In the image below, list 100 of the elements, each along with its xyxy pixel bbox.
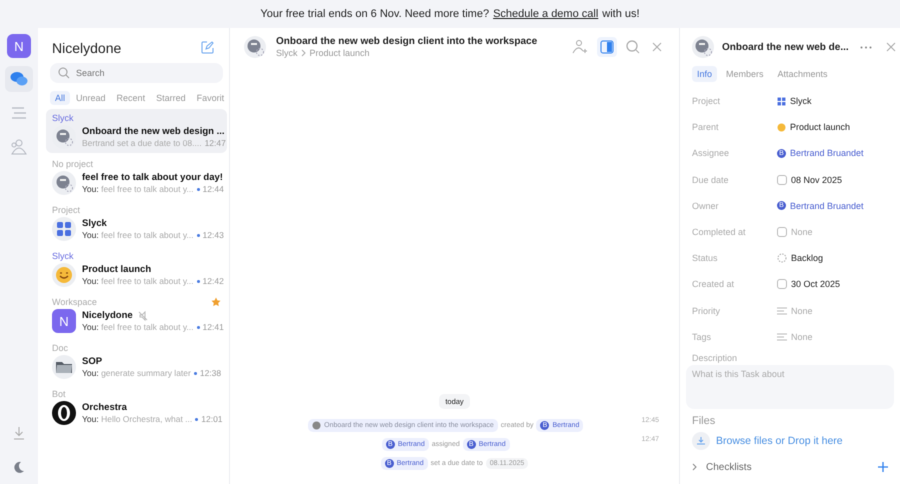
- field-value[interactable]: Bertrand Bruandet: [790, 148, 864, 158]
- list-icon: [11, 107, 27, 119]
- field-value: Product launch: [790, 122, 850, 132]
- workspace-title: Nicelydone: [52, 40, 122, 56]
- message-time: 12:38: [200, 368, 222, 378]
- chat-title: Slyck: [82, 218, 107, 229]
- workspace-avatar[interactable]: N: [7, 34, 31, 58]
- task-title: Onboard the new web de...: [722, 42, 849, 52]
- field-value: None: [791, 332, 813, 342]
- field-label: Parent: [692, 122, 720, 132]
- chat-item[interactable]: Workspace N Nicelydone You: feel free to talk about y... 12:41: [46, 293, 227, 337]
- field-label: Completed at: [692, 227, 747, 238]
- more-icon: [860, 46, 872, 48]
- message-time: 12:41: [202, 322, 224, 332]
- chevron-icon: [300, 49, 307, 57]
- field-label: Status: [692, 253, 719, 264]
- chat-title: Onboard the new web design client into the workspace: [276, 36, 538, 47]
- field-label: Assignee: [692, 148, 730, 158]
- filter-tab[interactable]: Favorit: [192, 91, 227, 105]
- message-preview: You: generate summary later: [82, 368, 191, 378]
- description-label: Description: [692, 352, 738, 363]
- message-time: 12:47: [204, 138, 226, 148]
- chat-nav-button[interactable]: [5, 66, 33, 92]
- chat-title: Nicelydone: [82, 310, 133, 321]
- lines-icon: [777, 306, 787, 315]
- close-icon: [886, 42, 896, 52]
- field-value[interactable]: Slyck: [790, 96, 812, 106]
- banner-text: with us!: [602, 8, 640, 20]
- chat-item[interactable]: Slyck Product launch You: feel free to talk about y... 12:42: [46, 247, 227, 291]
- bot-avatar: [52, 401, 76, 425]
- folder-icon: [55, 359, 73, 375]
- message-preview: You: feel free to talk about y...: [82, 276, 194, 286]
- moon-icon: [13, 461, 25, 473]
- field-value[interactable]: Bertrand Bruandet: [790, 200, 864, 211]
- search-icon: [58, 67, 70, 79]
- side-panel-button[interactable]: [597, 37, 617, 57]
- people-icon: [10, 138, 28, 156]
- calendar-icon: [777, 174, 787, 185]
- description-field[interactable]: What is this Task about: [686, 364, 894, 409]
- chat-item[interactable]: Bot Orchestra You: Hello Orchestra, what ... 12:01: [46, 385, 227, 429]
- chat-category: No project: [52, 159, 94, 169]
- chat-item[interactable]: No project feel free to talk about your day! You: feel free to talk about y... 12:44: [46, 155, 227, 199]
- details-tab[interactable]: Attachments: [772, 66, 833, 82]
- chat-title: feel free to talk about your day!: [82, 172, 223, 183]
- calendar-icon: [777, 279, 787, 290]
- field-value: 08 Nov 2025: [791, 174, 842, 185]
- filter-tab[interactable]: Recent: [112, 91, 150, 105]
- chat-title: SOP: [82, 356, 102, 367]
- field-label: Owner: [692, 200, 720, 211]
- filter-tab[interactable]: All: [50, 91, 70, 105]
- lines-icon: [777, 332, 787, 341]
- chat-title: Product launch: [82, 264, 152, 275]
- plus-icon: [878, 462, 888, 472]
- compose-icon: [201, 41, 214, 54]
- breadcrumb-link[interactable]: Product launch: [310, 48, 370, 58]
- smiley-icon: [777, 122, 786, 132]
- banner-text: Your free trial ends on 6 Nov. Need more time?: [260, 8, 490, 20]
- field-label: Priority: [692, 306, 722, 316]
- field-value: None: [791, 227, 813, 238]
- message-time: 12:43: [202, 230, 224, 240]
- chat-item[interactable]: Doc SOP You: generate summary later 12:38: [46, 339, 227, 383]
- filter-tab[interactable]: Unread: [71, 91, 111, 105]
- filter-tab[interactable]: Starred: [151, 91, 191, 105]
- field-label: Tags: [692, 332, 712, 342]
- chat-item[interactable]: Project Slyck You: feel free to talk about y... 12:43: [46, 201, 227, 245]
- details-tab[interactable]: Info: [692, 66, 718, 82]
- calendar-icon: [777, 227, 787, 238]
- chat-title: Orchestra: [82, 402, 127, 413]
- message-time: 12:01: [201, 414, 223, 424]
- checklists-heading: Checklists: [706, 462, 752, 473]
- chat-category: Slyck: [52, 251, 74, 261]
- field-label: Due date: [692, 174, 730, 185]
- field-value: None: [791, 306, 813, 316]
- chat-icon: [10, 71, 28, 87]
- upload-icon: [692, 432, 710, 450]
- task-icon: [312, 421, 322, 430]
- search-field[interactable]: Search: [50, 63, 223, 83]
- message-time: 12:44: [202, 184, 224, 194]
- demo-link[interactable]: Schedule a demo call: [493, 8, 598, 20]
- message-time: 12:42: [202, 276, 224, 286]
- chat-title: Onboard the new web design ...: [82, 126, 225, 137]
- message-preview: You: Hello Orchestra, what ...: [82, 414, 192, 424]
- chat-item[interactable]: Slyck Onboard the new web design ... Bertrand set a due date to 08.... 12:47: [46, 109, 227, 153]
- browse-files-link[interactable]: Browse files or Drop it here: [716, 434, 843, 447]
- search-icon: [626, 40, 640, 54]
- files-heading: Files: [692, 414, 716, 427]
- field-value: Backlog: [791, 253, 824, 264]
- download-icon: [13, 426, 25, 440]
- field-label: Project: [692, 96, 722, 106]
- details-tab[interactable]: Members: [721, 66, 769, 82]
- field-value: 30 Oct 2025: [791, 279, 840, 290]
- breadcrumb-link[interactable]: Slyck: [276, 48, 298, 58]
- grid-icon: [56, 221, 72, 237]
- field-label: Created at: [692, 279, 736, 290]
- chat-category: Project: [52, 205, 80, 215]
- chat-category: Bot: [52, 389, 66, 399]
- add-person-icon: [572, 39, 588, 55]
- message-preview: Bertrand set a due date to 08....: [82, 138, 202, 148]
- panel-icon: [600, 40, 614, 54]
- chat-category: Workspace: [52, 297, 97, 307]
